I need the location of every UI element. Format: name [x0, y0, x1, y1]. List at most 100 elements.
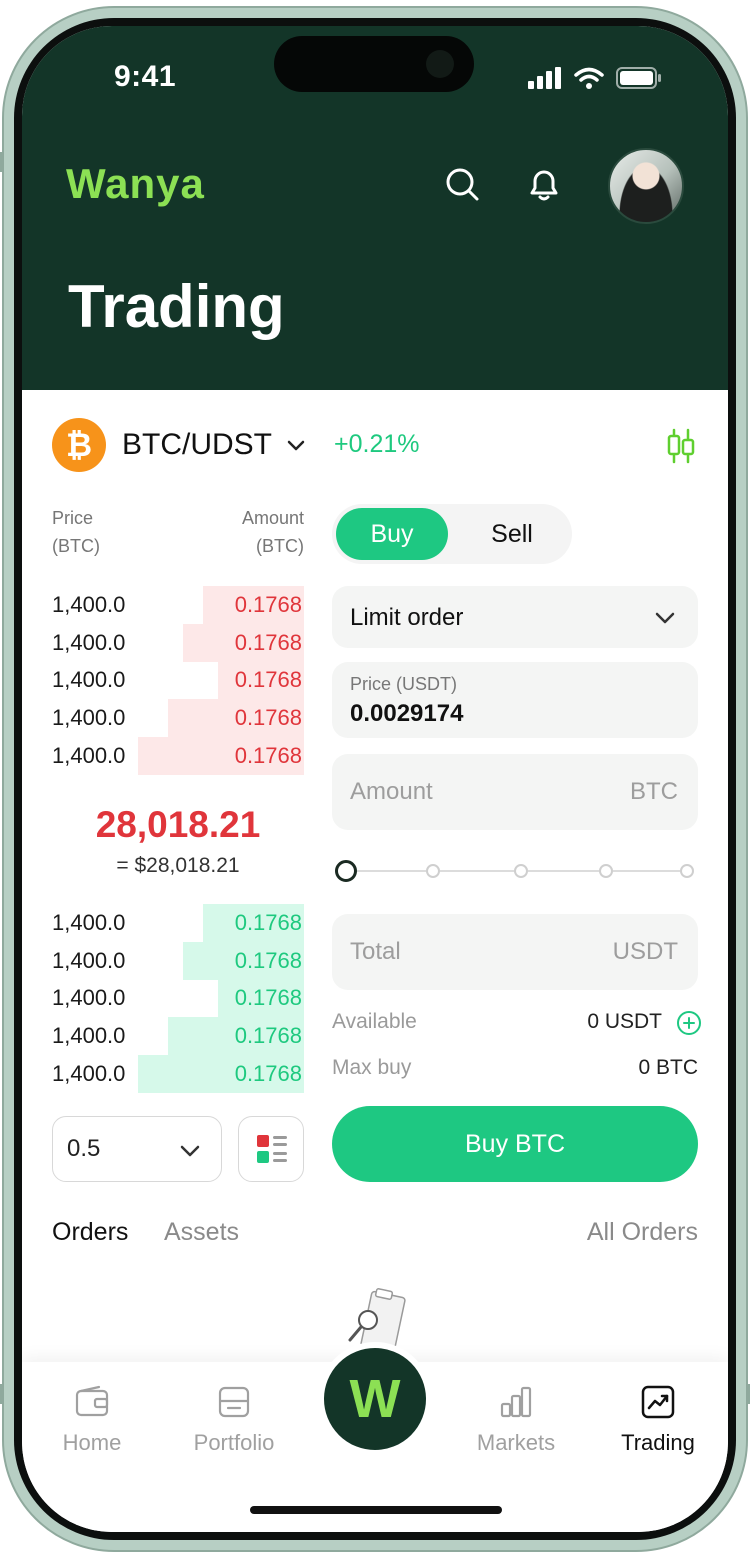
status-icons: [528, 66, 662, 90]
status-time: 9:41: [114, 60, 177, 93]
price-field-label: Price (USDT): [350, 674, 457, 694]
slider-step-25[interactable]: [426, 864, 440, 878]
bid-price: 1,400.0: [52, 1023, 126, 1049]
wanya-center-button[interactable]: W: [318, 1342, 432, 1456]
app-header: 9:41 Wanya Trading: [22, 26, 728, 390]
mid-price: 28,018.21: [95, 804, 261, 845]
tab-assets[interactable]: Assets: [164, 1218, 239, 1247]
amount-slider-handle[interactable]: [335, 860, 357, 882]
battery-icon: [616, 67, 661, 89]
amount-field[interactable]: Amount BTC: [332, 754, 698, 830]
ask-row[interactable]: 1,400.0 0.1768: [52, 736, 304, 775]
trend-chart-icon: [641, 1385, 675, 1419]
ask-amount: 0.1768: [234, 667, 302, 693]
buy-btc-button[interactable]: Buy BTC: [332, 1106, 698, 1182]
amount-placeholder: Amount: [350, 778, 433, 805]
ask-price: 1,400.0: [52, 742, 126, 768]
ask-amount: 0.1768: [234, 592, 302, 617]
bid-row[interactable]: 1,400.0 0.1768: [52, 904, 304, 942]
app-logo: Wanya: [66, 160, 205, 207]
bid-amount: 0.1768: [234, 910, 302, 935]
screen: 9:41 Wanya Trading ₿ BTC/UDST +0.21% Pri…: [22, 26, 728, 1532]
max-buy-value: 0 BTC: [638, 1056, 698, 1079]
bid-price: 1,400.0: [52, 985, 126, 1011]
wallet-icon: [75, 1385, 109, 1417]
total-placeholder: Total: [350, 938, 401, 965]
bid-amount: 0.1768: [234, 1060, 302, 1086]
bid-amount: 0.1768: [234, 985, 302, 1011]
bell-icon[interactable]: [524, 164, 564, 204]
ask-price: 1,400.0: [52, 629, 126, 655]
book-layout-icon: [257, 1135, 287, 1163]
total-unit: USDT: [612, 938, 678, 965]
order-type-select[interactable]: Limit order: [332, 586, 698, 648]
chevron-down-icon: [180, 1145, 200, 1157]
tab-orders[interactable]: Orders: [52, 1218, 128, 1247]
side-button: [0, 152, 4, 172]
bid-price: 1,400.0: [52, 1060, 126, 1086]
ask-row[interactable]: 1,400.0 0.1768: [52, 661, 304, 700]
bid-amount: 0.1768: [234, 947, 302, 973]
bid-row[interactable]: 1,400.0 0.1768: [52, 941, 304, 980]
nav-trading-label: Trading: [621, 1430, 695, 1455]
page-title: Trading: [68, 273, 285, 340]
order-type-value: Limit order: [350, 604, 464, 631]
nav-markets-label: Markets: [476, 1430, 556, 1455]
price-change: +0.21%: [334, 430, 420, 458]
slider-step-100[interactable]: [680, 864, 694, 878]
amount-column-header: Amount (BTC): [241, 508, 304, 556]
nav-home-label: Home: [62, 1430, 122, 1455]
bid-row[interactable]: 1,400.0 0.1768: [52, 979, 304, 1018]
dynamic-island: [274, 36, 474, 92]
sell-tab[interactable]: Sell: [456, 508, 568, 560]
candlestick-icon[interactable]: [666, 428, 696, 464]
nav-portfolio[interactable]: Portfolio: [174, 1384, 294, 1456]
nav-trading[interactable]: Trading: [598, 1384, 718, 1456]
amount-unit: BTC: [630, 778, 678, 805]
bid-price: 1,400.0: [52, 910, 126, 935]
avatar[interactable]: [608, 148, 684, 224]
available-value: 0 USDT: [587, 1010, 662, 1033]
ask-row[interactable]: 1,400.0 0.1768: [52, 623, 304, 662]
home-indicator[interactable]: [250, 1506, 502, 1514]
side-button: [746, 1384, 750, 1404]
depth-select[interactable]: 0.5: [52, 1116, 222, 1182]
price-field-value: 0.0029174: [350, 700, 464, 727]
ask-row[interactable]: 1,400.0 0.1768: [52, 699, 304, 738]
book-view-toggle[interactable]: [238, 1116, 304, 1182]
price-field[interactable]: Price (USDT) 0.0029174: [332, 662, 698, 738]
bid-price: 1,400.0: [52, 947, 126, 973]
buy-tab[interactable]: Buy: [336, 508, 448, 560]
bitcoin-icon: ₿: [52, 418, 106, 472]
ask-amount: 0.1768: [234, 742, 302, 768]
chevron-down-icon: [655, 612, 675, 624]
ask-amount: 0.1768: [234, 629, 302, 655]
slider-step-75[interactable]: [599, 864, 613, 878]
bid-row[interactable]: 1,400.0 0.1768: [52, 1017, 304, 1056]
total-field[interactable]: Total USDT: [332, 914, 698, 990]
signal-icon: [528, 67, 561, 89]
ask-row[interactable]: 1,400.0 0.1768: [52, 586, 304, 624]
bar-chart-icon: [500, 1386, 532, 1418]
nav-markets[interactable]: Markets: [456, 1384, 576, 1456]
add-funds-icon[interactable]: [676, 1010, 702, 1036]
nav-portfolio-label: Portfolio: [193, 1430, 275, 1455]
chevron-down-icon[interactable]: [286, 436, 306, 456]
bid-row[interactable]: 1,400.0 0.1768: [52, 1054, 304, 1093]
slider-step-50[interactable]: [514, 864, 528, 878]
mid-price-usd: = $28,018.21: [116, 854, 240, 877]
max-buy-label: Max buy: [332, 1056, 412, 1079]
ask-price: 1,400.0: [52, 667, 126, 693]
portfolio-icon: [218, 1386, 250, 1418]
ask-price: 1,400.0: [52, 705, 126, 731]
buy-sell-toggle: Buy Sell: [332, 504, 572, 564]
depth-value: 0.5: [67, 1135, 101, 1162]
search-icon[interactable]: [442, 164, 482, 204]
all-orders-link[interactable]: All Orders: [587, 1218, 698, 1247]
pair-selector[interactable]: BTC/UDST: [122, 428, 272, 462]
nav-home[interactable]: Home: [32, 1384, 152, 1456]
price-column-header: Price (BTC): [52, 508, 100, 556]
camera-icon: [426, 50, 454, 78]
wifi-icon: [574, 67, 604, 89]
bid-amount: 0.1768: [234, 1023, 302, 1049]
